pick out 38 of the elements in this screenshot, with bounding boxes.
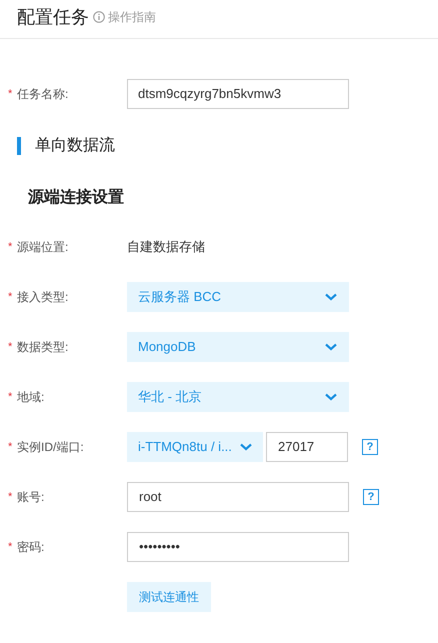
- port-field[interactable]: 27017: [266, 432, 348, 462]
- required-mark: *: [8, 340, 14, 355]
- select-field[interactable]: 云服务器 BCC: [127, 282, 349, 312]
- field-label: 数据类型:: [17, 339, 68, 356]
- field-label: 实例ID/端口:: [17, 439, 84, 456]
- field-label: 地域:: [17, 389, 44, 406]
- chevron-down-icon: [240, 443, 252, 451]
- subsection-title: 源端连接设置: [28, 189, 124, 206]
- required-mark: *: [8, 440, 14, 455]
- required-mark: *: [8, 240, 14, 255]
- info-icon: [93, 11, 105, 23]
- field-label: 账号:: [17, 489, 44, 506]
- field-value: 自建数据存储: [127, 238, 205, 256]
- help-button[interactable]: ?: [363, 489, 379, 505]
- required-mark: *: [8, 490, 14, 505]
- chevron-down-icon: [325, 343, 337, 351]
- select-field[interactable]: 华北 - 北京: [127, 382, 349, 412]
- field-label: 任务名称:: [17, 86, 68, 103]
- section-title: 单向数据流: [35, 136, 115, 156]
- page-title: 配置任务: [17, 6, 89, 28]
- test-connection-button[interactable]: 测试连通性: [127, 582, 211, 612]
- chevron-down-icon: [325, 293, 337, 301]
- field-label: 接入类型:: [17, 289, 68, 306]
- required-mark: *: [8, 86, 14, 102]
- input-field[interactable]: dtsm9cqzyrg7bn5kvmw3: [127, 79, 349, 109]
- select-field[interactable]: MongoDB: [127, 332, 349, 362]
- help-button[interactable]: ?: [362, 439, 378, 455]
- field-label: 源端位置:: [17, 239, 68, 256]
- input-field[interactable]: root: [127, 482, 349, 512]
- guide-link[interactable]: 操作指南: [108, 8, 156, 26]
- chevron-down-icon: [325, 393, 337, 401]
- required-mark: *: [8, 290, 14, 305]
- required-mark: *: [8, 540, 14, 555]
- select-field[interactable]: i-TTMQn8tu / i...: [127, 432, 263, 462]
- required-mark: *: [8, 390, 14, 405]
- password-field[interactable]: •••••••••: [127, 532, 349, 562]
- field-label: 密码:: [17, 539, 44, 556]
- section-marker: [17, 137, 21, 155]
